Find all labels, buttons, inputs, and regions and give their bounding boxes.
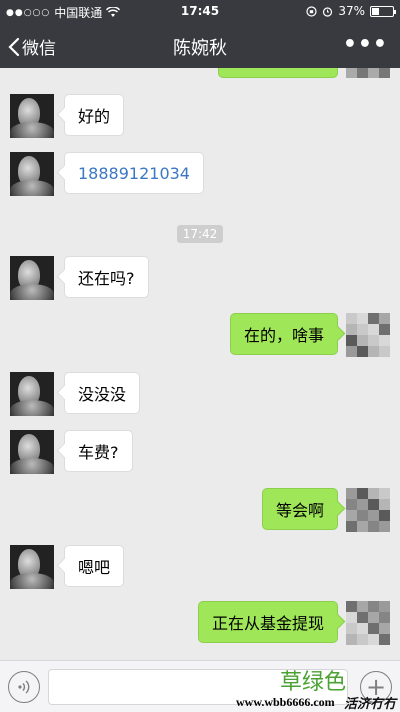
timestamp-label: 17:42 xyxy=(176,225,224,243)
message-text: 在的，啥事 xyxy=(243,326,324,345)
message-bubble-in[interactable]: 还在吗? xyxy=(64,256,149,298)
avatar-self[interactable] xyxy=(346,601,390,645)
message-bubble-out[interactable]: 在的，啥事 xyxy=(229,313,338,355)
message-text: 没没没 xyxy=(78,385,127,404)
message-bubble-in[interactable]: 好的 xyxy=(64,94,125,136)
voice-waves-icon xyxy=(18,680,30,694)
message-row: 嗯吧 xyxy=(0,545,400,591)
message-text: 嗯吧 xyxy=(78,558,111,577)
message-row: 等会啊 xyxy=(0,488,400,534)
message-bubble-in[interactable]: 嗯吧 xyxy=(64,545,125,587)
message-row: 没没没 xyxy=(0,372,400,418)
nav-bar: 微信 陈婉秋 ••• xyxy=(0,22,400,68)
avatar-self[interactable] xyxy=(346,488,390,532)
message-bubble-out[interactable]: 等会啊 xyxy=(261,488,338,530)
chat-area[interactable]: 好的 18889121034 17:42 还在吗? 在的，啥事 没没没 车费? … xyxy=(0,68,400,660)
message-text: 正在从基金提现 xyxy=(211,614,324,633)
message-row: 车费? xyxy=(0,430,400,476)
alarm-icon xyxy=(323,6,333,17)
more-dots-icon[interactable]: ••• xyxy=(343,32,388,57)
message-text: 好的 xyxy=(78,107,111,126)
phone-number-link[interactable]: 18889121034 xyxy=(78,164,190,183)
message-bubble-in[interactable]: 车费? xyxy=(64,430,133,472)
message-bubble-in[interactable]: 没没没 xyxy=(64,372,141,414)
status-bar: ●●○○○ 中国联通 17:45 37% xyxy=(0,0,400,22)
message-row: 在的，啥事 xyxy=(0,313,400,359)
avatar-self-partial xyxy=(346,68,390,78)
battery-icon xyxy=(370,5,396,17)
watermark-label: 草绿色 xyxy=(280,670,347,695)
message-row: 18889121034 xyxy=(0,152,400,198)
watermark-url: www.wbb6666.com xyxy=(236,695,335,709)
message-row: 好的 xyxy=(0,94,400,140)
battery-percent: 37% xyxy=(338,4,365,18)
avatar-self[interactable] xyxy=(346,313,390,357)
lock-rotation-icon xyxy=(306,5,317,17)
avatar-contact[interactable] xyxy=(10,430,54,474)
partial-message-bubble xyxy=(218,68,338,78)
message-text: 车费? xyxy=(78,443,119,462)
message-bubble-in[interactable]: 18889121034 xyxy=(64,152,204,194)
chat-title: 陈婉秋 xyxy=(173,38,227,59)
avatar-contact[interactable] xyxy=(10,545,54,589)
message-row: 正在从基金提现 xyxy=(0,601,400,647)
message-text: 等会啊 xyxy=(275,501,324,520)
message-text: 还在吗? xyxy=(78,269,135,288)
avatar-contact[interactable] xyxy=(10,372,54,416)
message-bubble-out[interactable]: 正在从基金提现 xyxy=(197,601,338,643)
avatar-contact[interactable] xyxy=(10,256,54,300)
avatar-contact[interactable] xyxy=(10,152,54,196)
voice-icon[interactable] xyxy=(8,671,40,703)
message-row: 还在吗? xyxy=(0,256,400,302)
timestamp: 17:42 xyxy=(0,223,400,243)
avatar-contact[interactable] xyxy=(10,94,54,138)
watermark-logo: 活济冇冇守 xyxy=(344,697,397,712)
